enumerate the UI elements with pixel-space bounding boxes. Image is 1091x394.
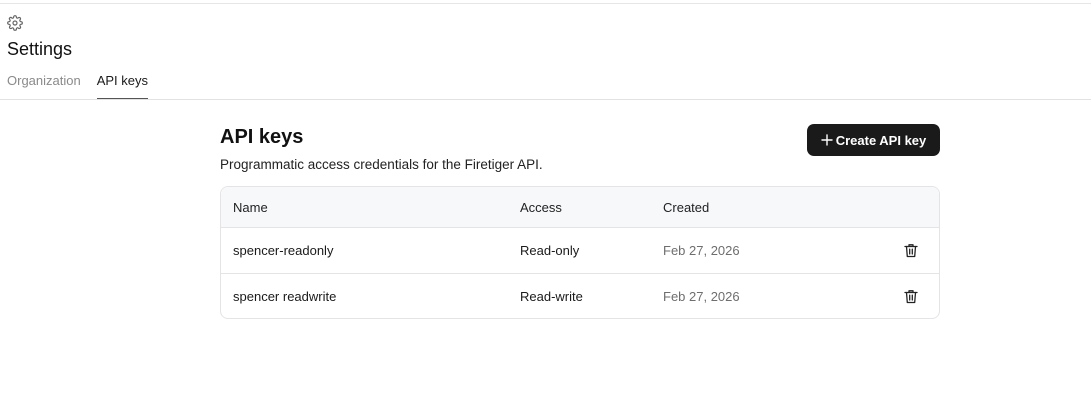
tabs-divider xyxy=(0,99,1091,100)
top-divider xyxy=(0,3,1091,4)
delete-key-button[interactable] xyxy=(901,228,921,273)
plus-icon xyxy=(821,134,833,146)
table-row: spencer readwrite Read-write Feb 27, 202… xyxy=(221,273,939,318)
page-title: Settings xyxy=(7,39,73,59)
key-created: Feb 27, 2026 xyxy=(663,288,740,304)
key-created: Feb 27, 2026 xyxy=(663,243,740,258)
create-api-key-button[interactable]: Create API key xyxy=(807,124,940,156)
key-name: spencer-readonly xyxy=(233,243,334,258)
key-access: Read-only xyxy=(520,243,580,258)
trash-icon xyxy=(904,289,918,303)
delete-key-button[interactable] xyxy=(901,274,921,318)
trash-icon xyxy=(904,244,918,258)
column-header-access: Access xyxy=(520,199,562,215)
key-name: spencer readwrite xyxy=(233,288,337,304)
table-header: Name Access Created xyxy=(221,187,939,228)
api-keys-table: Name Access Created spencer-readonly Rea… xyxy=(220,186,940,319)
section-title: API keys xyxy=(220,126,304,148)
key-access: Read-write xyxy=(520,288,583,304)
section-description: Programmatic access credentials for the … xyxy=(220,157,543,172)
column-header-created: Created xyxy=(663,199,710,215)
gear-icon xyxy=(7,15,23,31)
tab-api-keys[interactable]: API keys xyxy=(96,72,149,100)
table-row: spencer-readonly Read-only Feb 27, 2026 xyxy=(221,228,939,273)
create-api-key-label: Create API key xyxy=(835,132,927,148)
column-header-name: Name xyxy=(233,199,268,215)
tab-organization[interactable]: Organization xyxy=(7,72,81,100)
settings-tabs: Organization API keys xyxy=(7,72,149,100)
